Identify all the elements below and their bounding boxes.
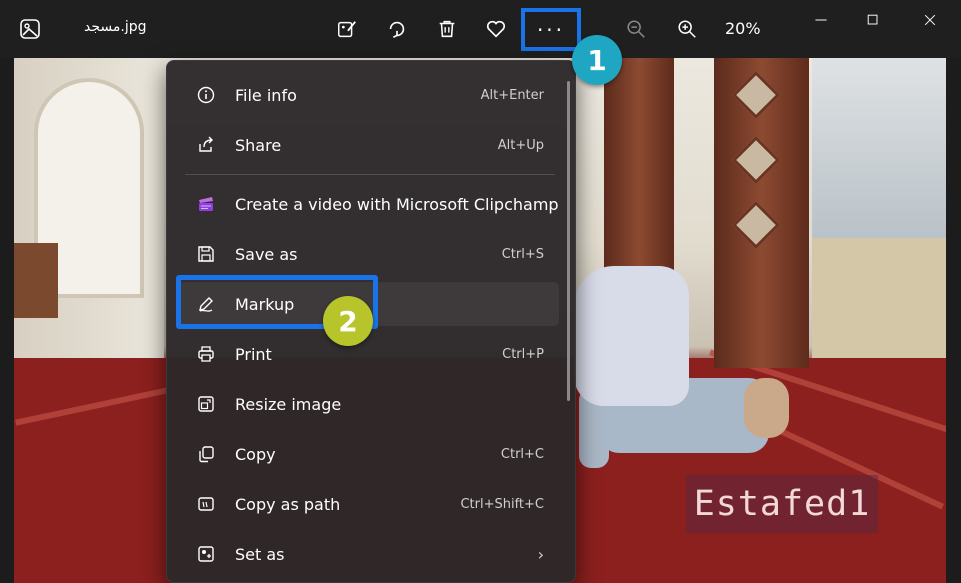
menu-item-label: Resize image: [235, 394, 342, 414]
zoom-in-icon[interactable]: [672, 14, 702, 44]
menu-scrollbar[interactable]: [567, 81, 570, 401]
menu-item-label: Save as: [235, 244, 298, 264]
maximize-icon[interactable]: [858, 10, 888, 30]
menu-item-label: Copy: [235, 444, 276, 464]
favorite-icon[interactable]: [481, 14, 511, 44]
step-badge-1: 1: [572, 35, 622, 85]
more-options-button[interactable]: ···: [521, 8, 581, 51]
photos-app-icon: [18, 17, 42, 41]
edit-image-icon[interactable]: [332, 14, 362, 44]
copy-icon: [195, 443, 217, 465]
photo-wall-panel: [812, 238, 946, 358]
menu-item-resize-image[interactable]: Resize image: [177, 382, 559, 426]
menu-item-file-info[interactable]: File info Alt+Enter: [177, 73, 559, 117]
menu-item-shortcut: Ctrl+Shift+C: [460, 496, 544, 512]
menu-item-clipchamp[interactable]: Create a video with Microsoft Clipchamp: [177, 182, 559, 226]
rotate-icon[interactable]: [382, 14, 412, 44]
step-badge-2: 2: [323, 296, 373, 346]
photo-window: [812, 58, 946, 238]
menu-item-label: Copy as path: [235, 494, 341, 514]
file-name: مسجد.jpg: [84, 19, 147, 35]
share-icon: [195, 134, 217, 156]
zoom-out-icon[interactable]: [621, 14, 651, 44]
menu-item-label: File info: [235, 85, 297, 105]
copy-path-icon: [195, 493, 217, 515]
menu-item-label: Print: [235, 344, 272, 364]
resize-icon: [195, 393, 217, 415]
menu-item-set-as[interactable]: Set as ›: [177, 532, 559, 576]
save-icon: [195, 243, 217, 265]
chevron-right-icon: ›: [537, 544, 544, 564]
menu-item-copy[interactable]: Copy Ctrl+C: [177, 432, 559, 476]
menu-item-label: Create a video with Microsoft Clipchamp: [235, 194, 559, 214]
set-as-icon: [195, 543, 217, 565]
title-bar: مسجد.jpg ··· 20%: [0, 0, 961, 58]
menu-item-share[interactable]: Share Alt+Up: [177, 123, 559, 167]
menu-item-save-as[interactable]: Save as Ctrl+S: [177, 232, 559, 276]
info-icon: [195, 84, 217, 106]
close-icon[interactable]: [915, 10, 945, 30]
menu-item-label: Set as: [235, 544, 285, 564]
menu-separator: [185, 174, 555, 175]
menu-item-copy-as-path[interactable]: Copy as path Ctrl+Shift+C: [177, 482, 559, 526]
menu-item-shortcut: Alt+Enter: [480, 87, 544, 103]
menu-item-shortcut: Ctrl+P: [502, 346, 544, 362]
menu-item-label: Share: [235, 135, 282, 155]
minimize-icon[interactable]: [806, 10, 836, 30]
clipchamp-icon: [195, 193, 217, 215]
zoom-level[interactable]: 20%: [725, 19, 761, 38]
menu-item-print[interactable]: Print Ctrl+P: [177, 332, 559, 376]
person-foot: [744, 378, 789, 438]
print-icon: [195, 343, 217, 365]
menu-item-shortcut: Alt+Up: [497, 137, 544, 153]
photo-cabinet: [14, 243, 58, 318]
delete-icon[interactable]: [432, 14, 462, 44]
menu-item-shortcut: Ctrl+S: [501, 246, 544, 262]
more-options-icon: ···: [536, 17, 566, 42]
watermark: Estafed1: [686, 475, 878, 533]
person-shirt: [574, 266, 689, 406]
menu-item-shortcut: Ctrl+C: [500, 446, 544, 462]
